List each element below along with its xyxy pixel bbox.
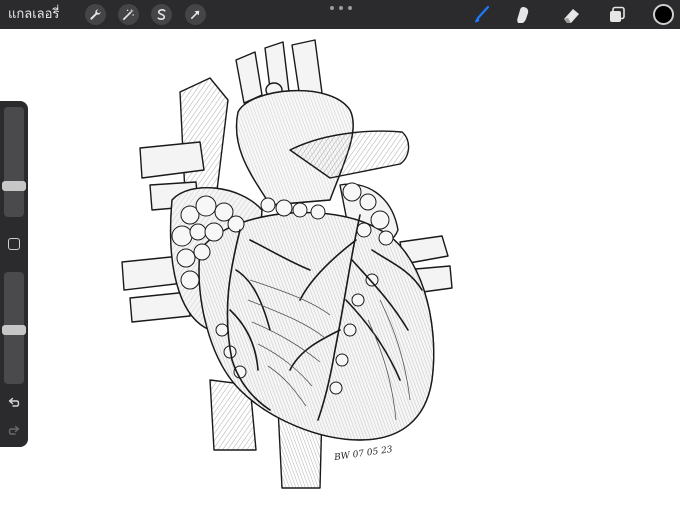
fat-globule: [189, 223, 207, 241]
fat-globule: [370, 210, 390, 230]
eraser-icon: [564, 9, 579, 23]
dot: [330, 6, 334, 10]
top-toolbar: แกลเลอรี่: [0, 0, 680, 29]
color-picker-button[interactable]: [653, 4, 674, 25]
fat-globule: [233, 365, 247, 379]
fat-globule: [180, 270, 200, 290]
fat-globule: [215, 323, 229, 337]
more-dots-icon[interactable]: [330, 4, 352, 12]
dot: [348, 6, 352, 10]
fat-globule: [275, 199, 293, 217]
smudge-icon: [517, 7, 529, 23]
gallery-button[interactable]: แกลเลอรี่: [8, 6, 59, 24]
wrench-icon: [90, 9, 101, 20]
fat-globule: [378, 230, 394, 246]
transform-arrow-icon: [190, 10, 200, 20]
fat-globule: [356, 222, 372, 238]
brush-tool-button[interactable]: [470, 4, 492, 26]
dot: [339, 6, 343, 10]
selection-s-icon: [157, 9, 166, 20]
layers-icon: [610, 6, 625, 22]
anatomical-heart-drawing: [121, 39, 453, 489]
fat-globule: [292, 202, 308, 218]
fat-globule: [171, 225, 193, 247]
magic-wand-icon: [123, 8, 134, 20]
transform-button[interactable]: [185, 4, 206, 25]
selection-button[interactable]: [151, 4, 172, 25]
vessel: [291, 39, 323, 99]
fat-globule: [365, 273, 379, 287]
smudge-tool-button[interactable]: [512, 4, 534, 26]
brush-icon: [475, 5, 490, 23]
layers-button[interactable]: [606, 4, 628, 26]
fat-globule: [204, 222, 224, 242]
fat-globule: [343, 323, 357, 337]
fat-globule: [342, 182, 362, 202]
actions-wrench-button[interactable]: [85, 4, 106, 25]
adjustments-button[interactable]: [118, 4, 139, 25]
fat-globule: [193, 243, 211, 261]
fat-globule: [329, 381, 343, 395]
fat-globule: [351, 293, 365, 307]
fat-globule: [176, 248, 196, 268]
fat-globule: [310, 204, 326, 220]
fat-globule: [359, 193, 377, 211]
fat-globule: [195, 195, 217, 217]
fat-globule: [335, 353, 349, 367]
vessel: [235, 51, 263, 104]
fat-globule: [227, 215, 245, 233]
fat-globule: [260, 197, 276, 213]
eraser-tool-button[interactable]: [560, 4, 582, 26]
